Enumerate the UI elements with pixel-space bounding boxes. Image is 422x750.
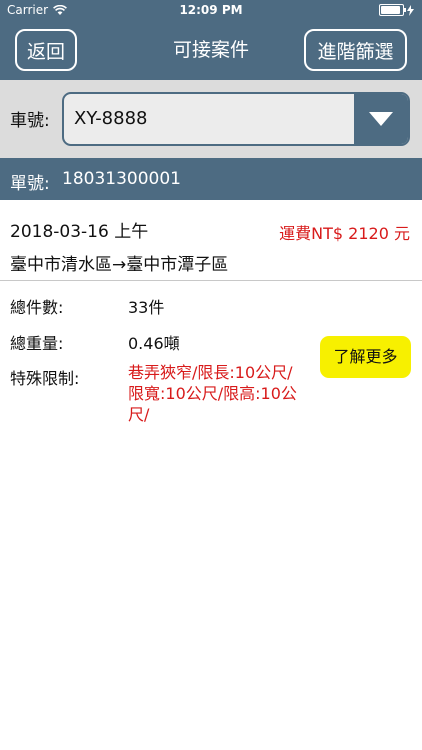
battery-area <box>379 4 414 16</box>
vehicle-value: XY-8888 <box>74 108 148 129</box>
vehicle-label: 車號: <box>10 111 50 131</box>
total-weight-value: 0.46噸 <box>128 334 180 353</box>
status-bar: Carrier 12:09 PM <box>0 0 422 22</box>
case-date: 2018-03-16 上午 <box>10 222 149 242</box>
vehicle-select[interactable]: XY-8888 <box>62 92 410 146</box>
case-fee: 運費NT$ 2120 元 <box>279 224 410 243</box>
advanced-filter-button[interactable]: 進階篩選 <box>304 29 407 71</box>
order-number: 18031300001 <box>62 169 181 189</box>
status-time: 12:09 PM <box>179 3 243 17</box>
restriction-value: 巷弄狹窄/限長:10公尺/限寬:10公尺/限高:10公尺/ <box>128 363 297 424</box>
battery-icon <box>379 4 406 16</box>
case-route: 臺中市清水區→臺中市潭子區 <box>10 255 229 275</box>
chevron-down-icon[interactable] <box>354 94 408 144</box>
case-card: 2018-03-16 上午 運費NT$ 2120 元 臺中市清水區→臺中市潭子區… <box>0 200 422 750</box>
order-number-bar: 單號: 18031300001 <box>0 158 422 200</box>
vehicle-selector-row: 車號: XY-8888 <box>0 80 422 158</box>
nav-bar: 可接案件 返回 進階篩選 <box>0 22 422 80</box>
restriction-label: 特殊限制: <box>10 369 80 388</box>
order-label: 單號: <box>10 174 50 194</box>
divider <box>0 280 422 281</box>
total-weight-label: 總重量: <box>10 334 64 353</box>
total-count-label: 總件數: <box>10 298 64 317</box>
total-count-value: 33件 <box>128 298 165 317</box>
back-button[interactable]: 返回 <box>15 29 77 71</box>
charging-icon <box>407 4 414 16</box>
learn-more-button[interactable]: 了解更多 <box>320 336 411 378</box>
